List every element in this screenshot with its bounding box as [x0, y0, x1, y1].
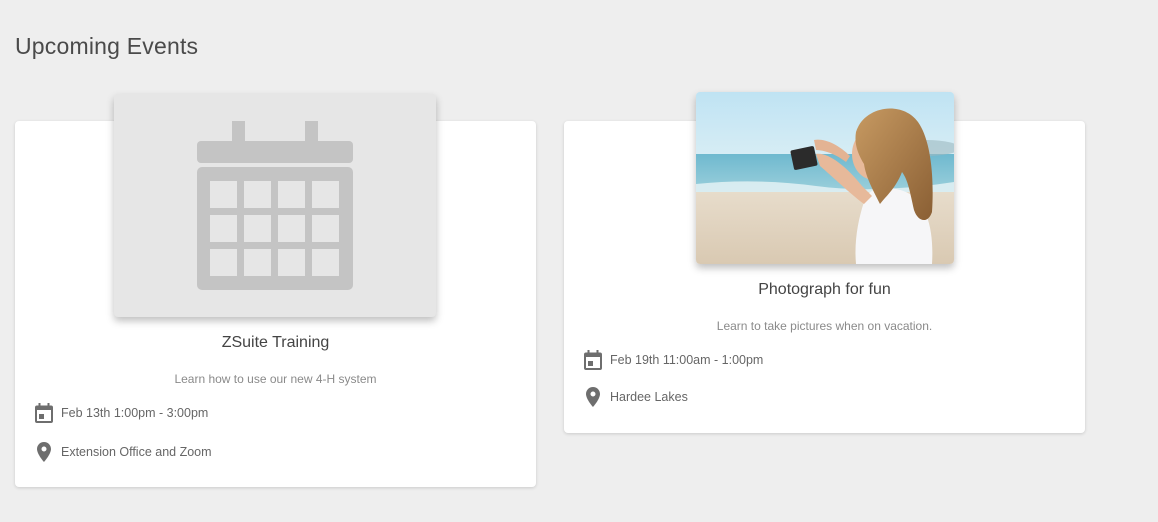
- page-title: Upcoming Events: [15, 33, 199, 59]
- event-image[interactable]: [696, 92, 954, 264]
- calendar-placeholder-icon: [197, 121, 353, 290]
- location-pin-icon: [37, 442, 51, 462]
- event-location: Hardee Lakes: [610, 390, 688, 404]
- event-image[interactable]: [114, 94, 436, 317]
- event-card[interactable]: ZSuite Training Learn how to use our new…: [15, 94, 536, 487]
- event-location-row: Hardee Lakes: [584, 387, 688, 407]
- event-location: Extension Office and Zoom: [61, 445, 212, 459]
- event-description: Learn how to use our new 4-H system: [174, 372, 377, 386]
- event-title[interactable]: Photograph for fun: [564, 281, 1085, 299]
- beach-photo-image: [696, 92, 954, 264]
- event-location-row: Extension Office and Zoom: [35, 442, 212, 462]
- event-title[interactable]: ZSuite Training: [15, 334, 536, 352]
- event-datetime: Feb 13th 1:00pm - 3:00pm: [61, 406, 209, 420]
- events-page: Upcoming Events ZSuite Training Learn ho…: [0, 0, 1158, 522]
- location-pin-icon: [586, 387, 600, 407]
- event-description: Learn to take pictures when on vacation.: [716, 319, 933, 333]
- event-date-row: Feb 19th 11:00am - 1:00pm: [584, 350, 763, 370]
- calendar-icon: [35, 403, 53, 423]
- event-datetime: Feb 19th 11:00am - 1:00pm: [610, 353, 764, 367]
- event-card[interactable]: Photograph for fun Learn to take picture…: [564, 92, 1085, 433]
- calendar-icon: [584, 350, 602, 370]
- event-date-row: Feb 13th 1:00pm - 3:00pm: [35, 403, 208, 423]
